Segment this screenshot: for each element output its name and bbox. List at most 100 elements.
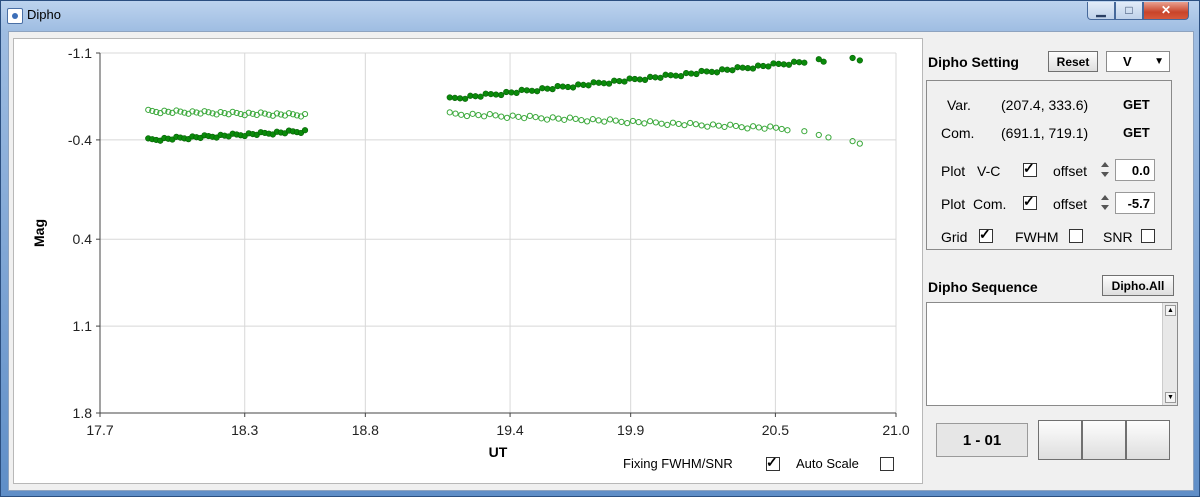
vc-data-point bbox=[513, 89, 520, 97]
vc-data-point bbox=[585, 82, 592, 89]
com-data-point bbox=[566, 114, 574, 121]
vc-data-point bbox=[775, 60, 782, 67]
vc-data-point bbox=[498, 91, 505, 99]
light-curve-chart[interactable]: 17.7 18.3 18.8 19.4 19.9 20.5 21.0 -1.1 -0.4 0.4 1… bbox=[14, 39, 922, 483]
scrollbar[interactable]: ▲ ▼ bbox=[1162, 303, 1177, 405]
vc-data-point bbox=[503, 88, 510, 96]
reset-button[interactable]: Reset bbox=[1048, 51, 1098, 72]
x-tick-label: 18.3 bbox=[231, 422, 258, 438]
vc-data-point bbox=[672, 72, 679, 79]
vc-data-point bbox=[657, 74, 664, 81]
com-offset-spinner[interactable] bbox=[1101, 192, 1109, 214]
vc-offset-spinner[interactable] bbox=[1101, 159, 1109, 181]
com-data-point bbox=[526, 112, 533, 119]
com-data-point bbox=[561, 116, 568, 123]
vc-data-point bbox=[785, 61, 793, 68]
com-data-point bbox=[750, 123, 757, 130]
com-data-point bbox=[446, 109, 453, 116]
com-data-point bbox=[856, 140, 863, 147]
y-tick-label: 0.4 bbox=[73, 231, 93, 247]
vc-data-point bbox=[677, 73, 685, 80]
sequence-play-button[interactable] bbox=[1082, 420, 1126, 460]
var-label: Var. bbox=[947, 97, 971, 113]
plot-com-label: Plot bbox=[941, 196, 966, 212]
vc-data-point bbox=[801, 59, 808, 66]
vc-data-point bbox=[611, 77, 618, 84]
com-data-point bbox=[618, 118, 625, 125]
com-data-point bbox=[652, 119, 659, 126]
minimize-icon: ▁ bbox=[1096, 3, 1106, 17]
vc-data-point bbox=[616, 78, 623, 85]
vc-data-point bbox=[770, 60, 777, 67]
com-data-point bbox=[595, 117, 602, 124]
auto-scale-checkbox[interactable] bbox=[880, 457, 894, 471]
close-button[interactable]: ✕ bbox=[1143, 2, 1189, 20]
snr-checkbox[interactable] bbox=[1141, 229, 1155, 243]
com-data-point bbox=[301, 110, 309, 118]
vc-data-point bbox=[626, 75, 633, 82]
x-tick-label: 18.8 bbox=[352, 422, 379, 438]
sequence-list[interactable]: ▲ ▼ bbox=[926, 302, 1178, 406]
sequence-next-button[interactable] bbox=[1126, 420, 1170, 460]
com-data-point bbox=[475, 111, 482, 119]
vc-data-point bbox=[667, 72, 674, 79]
scroll-up-icon[interactable]: ▲ bbox=[1165, 305, 1176, 316]
vc-data-point bbox=[739, 64, 746, 71]
com-offset-label: offset bbox=[1053, 196, 1087, 212]
vc-data-point bbox=[688, 70, 695, 77]
maximize-icon: □ bbox=[1125, 3, 1133, 17]
client-area: 17.7 18.3 18.8 19.4 19.9 20.5 21.0 -1.1 -0.4 0.4 1… bbox=[8, 31, 1194, 491]
sequence-counter: 1 - 01 bbox=[936, 423, 1028, 457]
vc-data-point bbox=[652, 74, 659, 81]
vc-data-point bbox=[554, 83, 561, 90]
sequence-prev-button[interactable] bbox=[1038, 420, 1082, 460]
com-data-point bbox=[624, 120, 631, 127]
x-tick-label: 19.4 bbox=[496, 422, 523, 438]
minimize-button[interactable]: ▁ bbox=[1087, 2, 1115, 20]
com-data-point bbox=[452, 110, 459, 117]
com-data-point bbox=[509, 112, 516, 119]
dipho-all-button[interactable]: Dipho.All bbox=[1102, 275, 1174, 296]
vc-data-point bbox=[569, 84, 577, 91]
com-data-point bbox=[761, 125, 768, 132]
vc-data-point bbox=[703, 68, 710, 75]
vc-data-point bbox=[534, 88, 541, 95]
title-bar[interactable]: Dipho ▁ □ ✕ bbox=[1, 1, 1199, 29]
com-data-point bbox=[778, 125, 785, 133]
vc-data-point bbox=[595, 79, 602, 86]
com-data-point bbox=[492, 112, 499, 119]
vc-data-point bbox=[790, 58, 798, 65]
filter-select[interactable]: V ▼ bbox=[1106, 51, 1170, 72]
plot-vc-checkbox[interactable]: ✓ bbox=[1023, 160, 1037, 177]
fwhm-checkbox[interactable] bbox=[1069, 229, 1083, 243]
y-axis-label: Mag bbox=[31, 219, 47, 247]
com-data-point bbox=[692, 121, 699, 128]
grid-label: Grid bbox=[941, 229, 968, 245]
grid-checkbox[interactable]: ✓ bbox=[979, 226, 993, 243]
com-data-point bbox=[767, 123, 774, 130]
scroll-down-icon[interactable]: ▼ bbox=[1165, 392, 1176, 403]
plot-com-checkbox[interactable]: ✓ bbox=[1023, 193, 1037, 210]
vc-data-point bbox=[719, 66, 726, 73]
check-icon: ✓ bbox=[766, 454, 778, 470]
vc-data-point bbox=[508, 89, 515, 96]
settings-panel: Dipho Setting Reset V ▼ Var. (207.4, 333… bbox=[926, 32, 1188, 490]
vc-data-point bbox=[636, 76, 643, 83]
com-data-point bbox=[641, 120, 648, 127]
vc-data-point bbox=[477, 93, 484, 100]
snr-label: SNR bbox=[1103, 229, 1133, 245]
com-offset-field[interactable]: -5.7 bbox=[1115, 192, 1155, 214]
var-get-button[interactable]: GET bbox=[1123, 97, 1150, 112]
y-tick-label: 1.8 bbox=[73, 405, 93, 421]
vc-data-point bbox=[734, 64, 741, 71]
x-tick-label: 20.5 bbox=[762, 422, 789, 438]
com-get-button[interactable]: GET bbox=[1123, 125, 1150, 140]
app-icon[interactable] bbox=[7, 8, 23, 24]
vc-data-point bbox=[580, 81, 587, 88]
com-data-point bbox=[646, 118, 654, 125]
vc-offset-field[interactable]: 0.0 bbox=[1115, 159, 1155, 181]
x-tick-label: 19.9 bbox=[617, 422, 644, 438]
fixing-fwhm-snr-checkbox[interactable]: ✓ bbox=[766, 454, 780, 471]
vc-data-point bbox=[760, 62, 767, 70]
maximize-button[interactable]: □ bbox=[1115, 2, 1143, 20]
